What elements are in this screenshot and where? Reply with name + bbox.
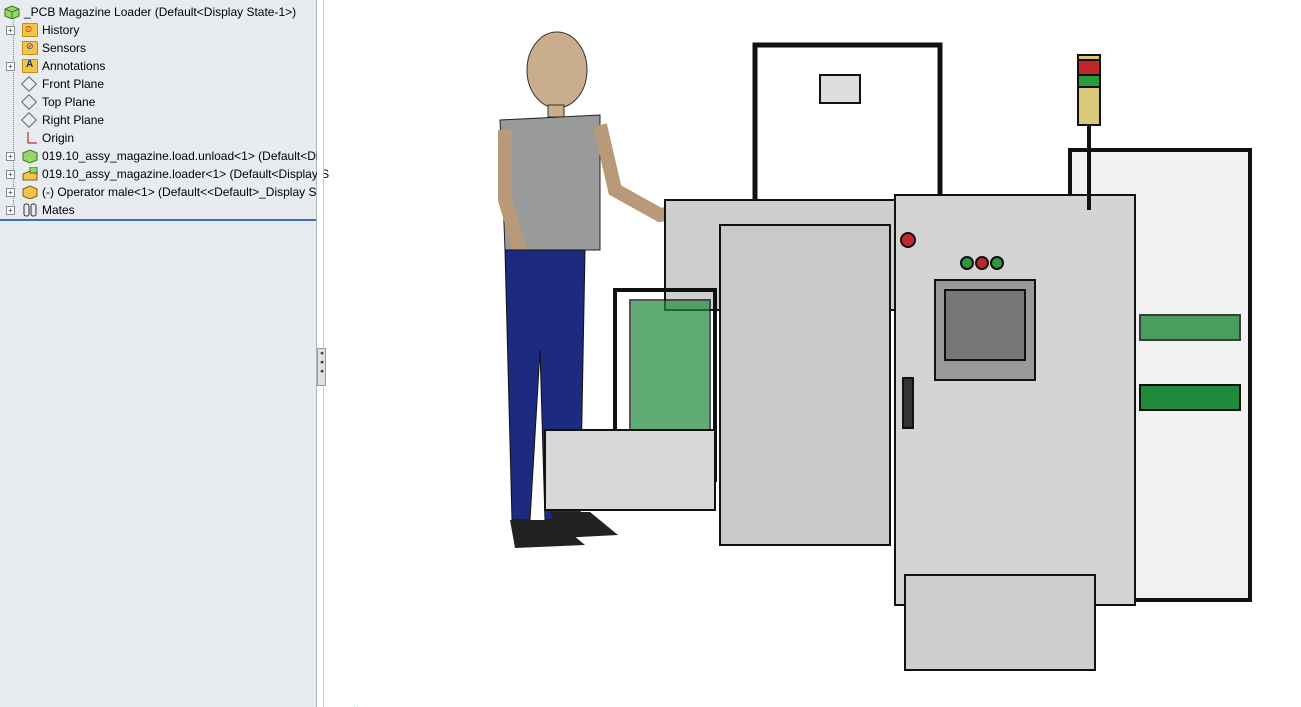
tree-root[interactable]: _PCB Magazine Loader (Default<Display St… xyxy=(4,3,296,21)
plane-icon xyxy=(21,94,38,110)
tree-item-label: Mates xyxy=(42,203,75,217)
tree-separator xyxy=(0,219,316,221)
assembly-icon xyxy=(22,149,38,164)
tree-item[interactable]: Top Plane xyxy=(21,93,96,111)
mates-icon xyxy=(22,203,38,217)
tree-item[interactable]: Front Plane xyxy=(21,75,105,93)
3d-graphics-area[interactable]: ⌄ xyxy=(324,0,1301,707)
assembly-icon xyxy=(4,5,20,20)
annotations-folder-icon: A xyxy=(22,59,38,73)
feature-manager-tree: _PCB Magazine Loader (Default<Display St… xyxy=(0,0,329,707)
tree-item-label: 019.10_assy_magazine.loader<1> (Default<… xyxy=(42,167,330,181)
tree-item-label: Annotations xyxy=(42,59,106,73)
loader-machine xyxy=(544,42,1252,671)
tree-item-label: Front Plane xyxy=(42,77,105,91)
tree-item[interactable]: + ⏲ History xyxy=(6,21,80,39)
plane-icon xyxy=(21,76,38,92)
expand-toggle[interactable]: + xyxy=(6,188,15,197)
tree-item-label: Right Plane xyxy=(42,113,105,127)
tree-item[interactable]: + (-) Operator male<1> (Default<<Default>… xyxy=(6,183,317,201)
expand-toggle[interactable]: + xyxy=(6,26,15,35)
tree-item[interactable]: +019.10_assy_magazine.load.unload<1> (De… xyxy=(6,147,325,165)
expand-toggle[interactable]: + xyxy=(6,152,15,161)
part-assembly-icon xyxy=(22,185,38,200)
expand-toggle[interactable]: + xyxy=(6,170,15,179)
tree-item-label: Top Plane xyxy=(42,95,96,109)
tree-item-label: Origin xyxy=(42,131,75,145)
tree-item[interactable]: ⊘ Sensors xyxy=(22,39,86,57)
tree-item[interactable]: Right Plane xyxy=(21,111,105,129)
expand-toggle[interactable]: + xyxy=(6,206,15,215)
tree-item[interactable]: + Mates xyxy=(6,201,75,219)
tree-item-label: (-) Operator male<1> (Default<<Default>_… xyxy=(42,185,317,199)
sensors-folder-icon: ⊘ xyxy=(22,41,38,55)
expand-toggle[interactable]: + xyxy=(6,62,15,71)
tree-item-label: 019.10_assy_magazine.load.unload<1> (Def… xyxy=(42,149,325,163)
tree-item-label: Sensors xyxy=(42,41,87,55)
triad-icon: ⌄ xyxy=(352,701,360,707)
tree-item[interactable]: Origin xyxy=(22,129,74,147)
subassembly-icon xyxy=(22,166,38,181)
plane-icon xyxy=(21,112,38,128)
tree-root-label: _PCB Magazine Loader (Default<Display St… xyxy=(24,5,297,19)
tree-item-label: History xyxy=(42,23,80,37)
origin-icon xyxy=(22,131,38,145)
tree-item[interactable]: + A Annotations xyxy=(6,57,106,75)
history-folder-icon: ⏲ xyxy=(22,23,38,37)
tree-line xyxy=(13,18,14,213)
tree-item[interactable]: +019.10_assy_magazine.loader<1> (Default… xyxy=(6,165,330,183)
